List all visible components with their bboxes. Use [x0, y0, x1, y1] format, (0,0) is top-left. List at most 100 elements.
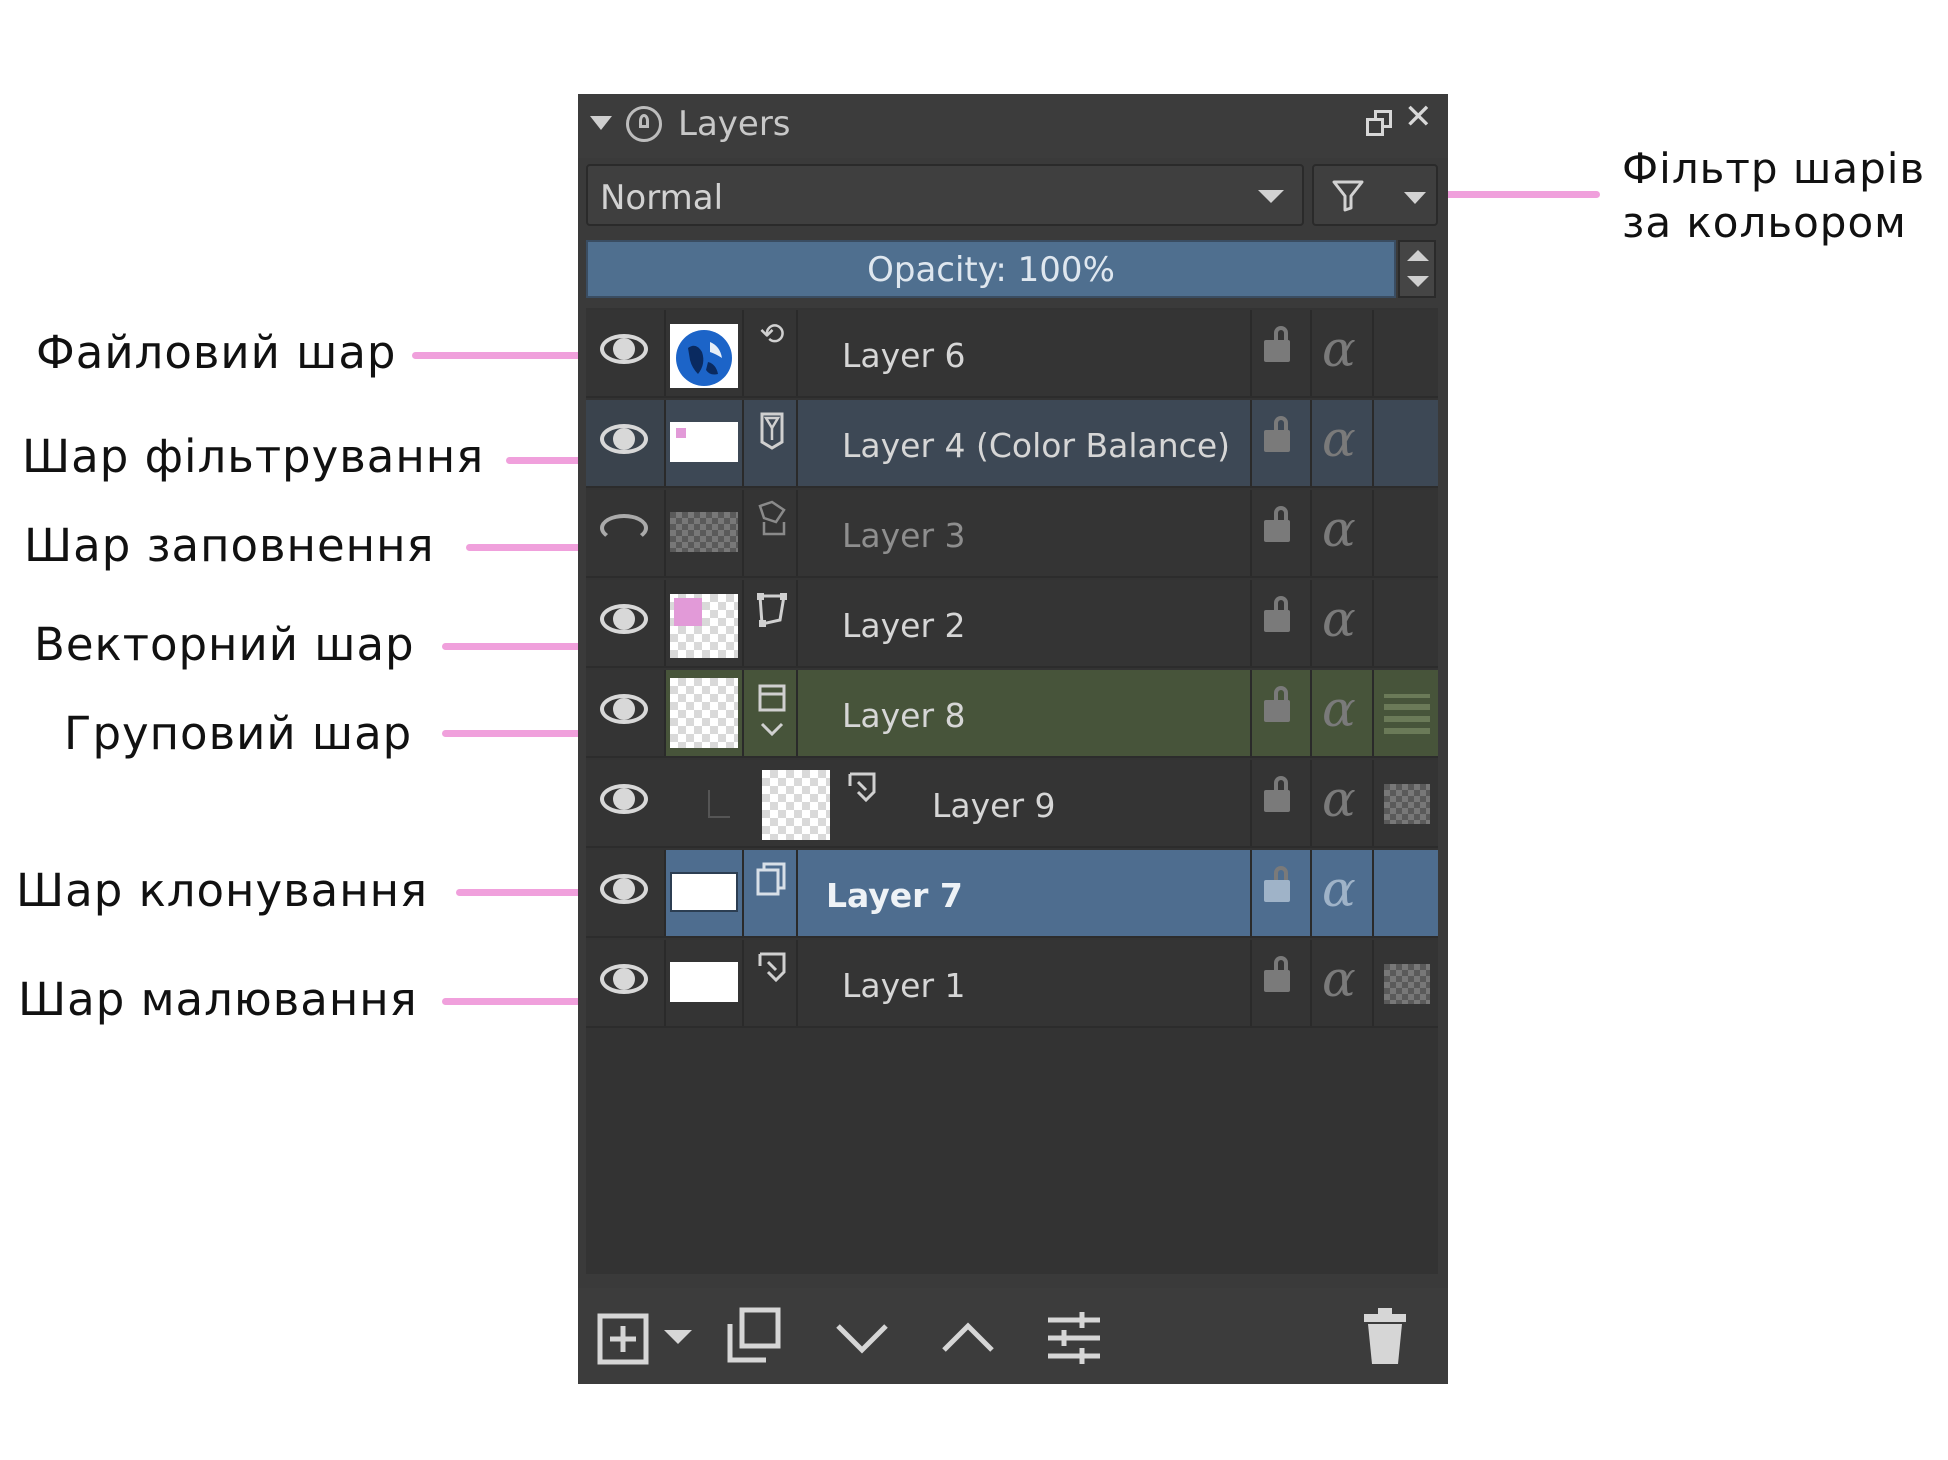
- spin-up-icon[interactable]: [1407, 250, 1429, 261]
- annotation-color-filter-line2: за кольором: [1622, 198, 1907, 247]
- alpha-lock-icon[interactable]: α: [1322, 504, 1356, 554]
- annotation-line: [466, 544, 582, 551]
- lock-icon[interactable]: [1264, 596, 1290, 632]
- visibility-eye-icon[interactable]: [600, 962, 648, 996]
- passthrough-icon[interactable]: [1384, 694, 1430, 734]
- layer-thumbnail: [670, 422, 738, 462]
- paint-layer-icon: [848, 772, 876, 803]
- layer-name: Layer 9: [932, 786, 1056, 825]
- layer-row[interactable]: ⟲ Layer 6 α: [586, 310, 1438, 398]
- annotation-clone-layer: Шар клонування: [16, 864, 429, 917]
- lock-icon[interactable]: [1264, 326, 1290, 362]
- layer-thumbnail: [670, 872, 738, 912]
- visibility-eye-icon[interactable]: [600, 692, 648, 726]
- vector-layer-icon: [757, 593, 787, 627]
- lock-icon[interactable]: [1264, 416, 1290, 452]
- move-down-icon[interactable]: [832, 1318, 892, 1358]
- group-layer-icon: [758, 684, 786, 737]
- layer-row[interactable]: Layer 8 α: [586, 670, 1438, 758]
- alpha-lock-icon[interactable]: α: [1322, 594, 1356, 644]
- clone-layer-icon: [756, 862, 786, 896]
- spin-down-icon[interactable]: [1407, 276, 1429, 287]
- opacity-spinbox[interactable]: [1398, 240, 1436, 298]
- visibility-eye-icon[interactable]: [600, 602, 648, 636]
- filter-icon: [1332, 180, 1364, 212]
- alpha-lock-icon[interactable]: α: [1322, 774, 1356, 824]
- layer-row[interactable]: Layer 7 α: [586, 850, 1438, 938]
- layers-toolbar: [578, 1288, 1448, 1384]
- float-docker-icon[interactable]: [1366, 110, 1394, 138]
- visibility-eye-icon[interactable]: [600, 332, 648, 366]
- fill-layer-icon: [758, 500, 786, 536]
- docker-title: Layers: [678, 104, 791, 144]
- blend-mode-value: Normal: [600, 178, 724, 218]
- layer-thumbnail: [670, 678, 738, 748]
- annotation-file-layer: Файловий шар: [36, 326, 397, 379]
- annotation-line: [456, 889, 582, 896]
- lock-icon[interactable]: [1264, 866, 1290, 902]
- annotation-color-filter-line1: Фільтр шарів: [1622, 144, 1926, 193]
- properties-icon[interactable]: [1044, 1308, 1104, 1368]
- annotation-paint-layer: Шар малювання: [18, 973, 418, 1026]
- lock-icon[interactable]: [1264, 686, 1290, 722]
- layer-thumbnail: [670, 512, 738, 552]
- layer-name: Layer 1: [842, 966, 966, 1005]
- blend-mode-select[interactable]: Normal: [586, 164, 1304, 226]
- visibility-eye-icon[interactable]: [600, 782, 648, 816]
- lock-icon[interactable]: [1264, 506, 1290, 542]
- layer-thumbnail: [670, 324, 738, 388]
- annotation-line: [442, 643, 582, 650]
- close-icon[interactable]: ✕: [1404, 100, 1433, 134]
- layer-name: Layer 8: [842, 696, 966, 735]
- layer-row[interactable]: Layer 9 α: [586, 760, 1438, 848]
- annotation-line: [442, 730, 582, 737]
- visibility-eye-icon[interactable]: [600, 422, 648, 456]
- inherit-alpha-icon[interactable]: [1384, 784, 1430, 824]
- move-up-icon[interactable]: [938, 1318, 998, 1358]
- layer-name: Layer 3: [842, 516, 966, 555]
- inherit-alpha-icon[interactable]: [1384, 964, 1430, 1004]
- chevron-down-icon[interactable]: [664, 1330, 692, 1344]
- delete-icon[interactable]: [1360, 1306, 1410, 1368]
- color-label-filter-button[interactable]: [1312, 164, 1438, 226]
- annotation-group-layer: Груповий шар: [64, 707, 413, 760]
- alpha-lock-icon[interactable]: α: [1322, 414, 1356, 464]
- layer-row[interactable]: Layer 1 α: [586, 940, 1438, 1028]
- chevron-down-icon: [1404, 192, 1426, 204]
- annotation-line: [442, 998, 582, 1005]
- layer-row[interactable]: Layer 4 (Color Balance) α: [586, 400, 1438, 488]
- visibility-eye-icon[interactable]: [600, 512, 648, 546]
- alpha-lock-icon[interactable]: α: [1322, 324, 1356, 374]
- docker-titlebar: Layers ✕: [578, 94, 1448, 158]
- layer-thumbnail: [762, 770, 830, 840]
- alpha-lock-icon[interactable]: α: [1322, 954, 1356, 1004]
- collapse-triangle-icon[interactable]: [590, 116, 612, 130]
- layer-name: Layer 2: [842, 606, 966, 645]
- layer-name: Layer 4 (Color Balance): [842, 426, 1230, 465]
- file-layer-icon: ⟲: [759, 317, 785, 352]
- opacity-slider[interactable]: Opacity: 100%: [586, 240, 1396, 298]
- add-layer-icon[interactable]: [596, 1312, 652, 1368]
- visibility-eye-icon[interactable]: [600, 872, 648, 906]
- layer-name: Layer 6: [842, 336, 966, 375]
- filter-mask-icon: [760, 412, 784, 450]
- layer-name: Layer 7: [826, 876, 963, 915]
- annotation-vector-layer: Векторний шар: [34, 618, 415, 671]
- layer-row[interactable]: Layer 2 α: [586, 580, 1438, 668]
- annotation-line: [1428, 191, 1600, 198]
- paint-layer-icon: [758, 952, 786, 983]
- alpha-lock-icon[interactable]: α: [1322, 684, 1356, 734]
- alpha-lock-icon[interactable]: α: [1322, 864, 1356, 914]
- annotation-line: [506, 457, 582, 464]
- layer-row[interactable]: Layer 3 α: [586, 490, 1438, 578]
- annotation-line: [412, 352, 582, 359]
- lock-icon[interactable]: [1264, 956, 1290, 992]
- chevron-down-icon: [1258, 190, 1284, 203]
- duplicate-layer-icon[interactable]: [724, 1306, 784, 1366]
- annotation-filter-layer: Шар фільтрування: [22, 430, 485, 483]
- layer-thumbnail: [670, 594, 738, 658]
- lock-docker-icon[interactable]: [626, 106, 662, 142]
- layer-list: ⟲ Layer 6 α Layer 4 (Color Balance) α La…: [586, 308, 1438, 1274]
- annotation-fill-layer: Шар заповнення: [24, 519, 435, 572]
- lock-icon[interactable]: [1264, 776, 1290, 812]
